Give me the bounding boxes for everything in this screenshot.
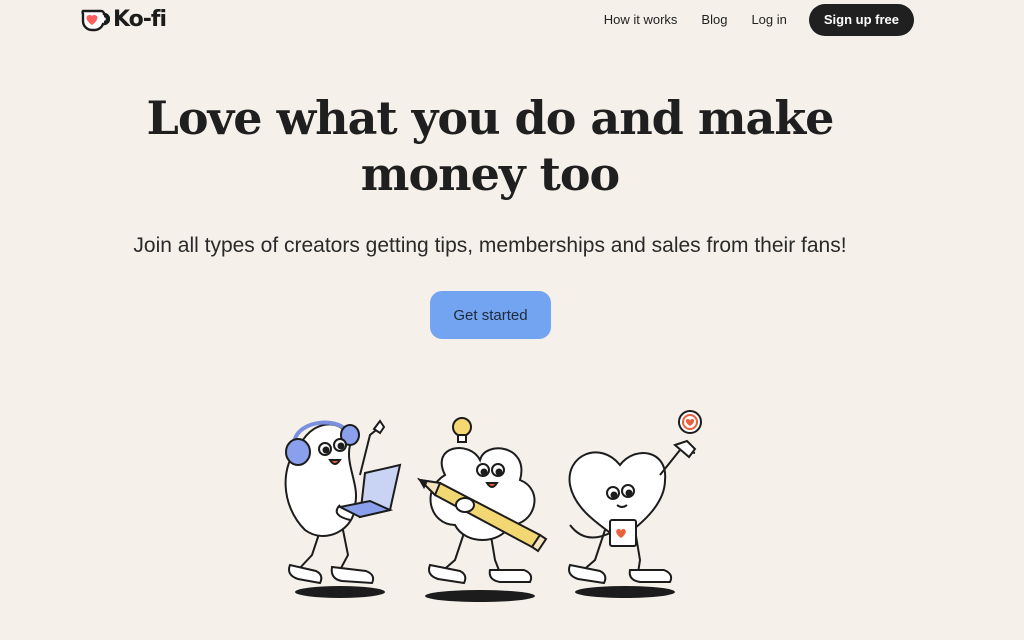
kofi-logo[interactable]: Ko-fi — [80, 6, 167, 34]
nav-blog[interactable]: Blog — [701, 4, 727, 36]
hero-title-line-2: money too — [360, 147, 620, 201]
hero-subtitle: Join all types of creators getting tips,… — [133, 234, 847, 257]
hero-title-line-1: Love what you do and make — [146, 91, 835, 145]
pencil-character-icon — [417, 417, 548, 585]
cup-heart-icon — [81, 9, 110, 32]
logo-wordmark: Ko-fi — [113, 7, 167, 32]
landing-page: Ko-fi How it works Blog Log in Sign up f… — [0, 0, 1024, 640]
headphones-character-icon — [284, 419, 402, 585]
sign-up-button[interactable]: Sign up free — [808, 4, 914, 36]
nav-log-in[interactable]: Log in — [751, 4, 786, 36]
creators-illustration — [284, 410, 702, 602]
get-started-button[interactable]: Get started — [430, 291, 551, 339]
top-navigation: Ko-fi How it works Blog Log in Sign up f… — [0, 0, 1024, 40]
nav-links: How it works Blog Log in Sign up free — [604, 4, 914, 36]
heart-mug-character-icon — [568, 410, 702, 585]
hero-title: Love what you do and make money too — [0, 90, 980, 202]
nav-how-it-works[interactable]: How it works — [604, 4, 678, 36]
